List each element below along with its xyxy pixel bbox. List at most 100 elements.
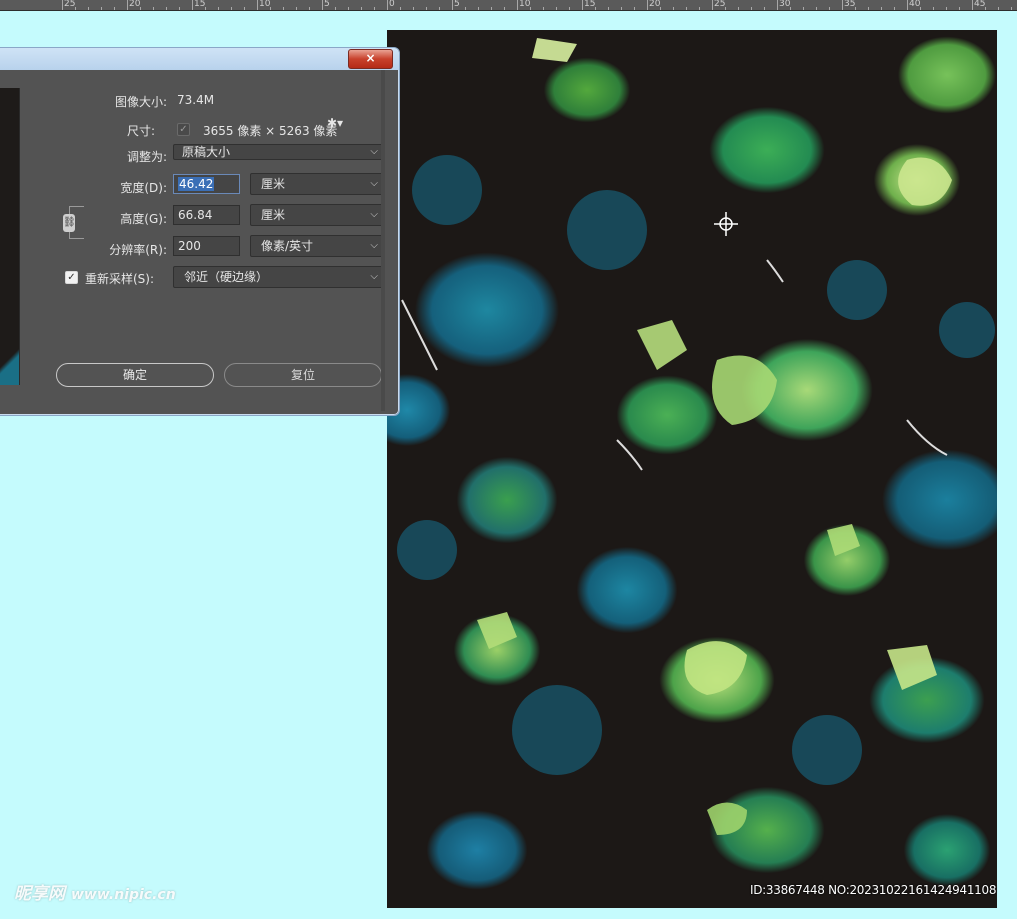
ruler-minor-tick [543,7,544,10]
width-label: 宽度(D): [120,181,167,195]
crosshair-cursor-icon [714,212,738,236]
ruler-major-tick [647,0,648,10]
height-unit-value: 厘米 [261,208,286,222]
ruler-minor-tick [283,7,284,10]
ruler-major-tick [192,0,193,10]
ruler-minor-tick [621,7,622,10]
ruler-minor-tick [400,7,401,10]
ruler-label: 0 [389,0,395,9]
width-value: 46.42 [178,177,215,191]
ok-button[interactable]: 确定 [56,363,214,387]
ruler-minor-tick [179,7,180,10]
ruler-minor-tick [595,7,596,10]
resolution-input[interactable]: 200 [173,236,240,256]
ruler-minor-tick [231,7,232,10]
ruler-label: 20 [649,0,661,9]
ruler-minor-tick [608,7,609,10]
ruler-minor-tick [153,7,154,10]
resolution-value: 200 [178,239,201,253]
ruler-minor-tick [88,7,89,10]
ruler-minor-tick [426,7,427,10]
resolution-unit-select[interactable]: 像素/英寸 ⌵ [250,235,383,257]
ruler-minor-tick [946,7,947,10]
ruler-minor-tick [660,7,661,10]
pattern-artwork [397,38,995,835]
resample-checkbox[interactable]: ✓ [65,271,78,284]
width-input[interactable]: 46.42 [173,174,240,194]
ruler-minor-tick [998,7,999,10]
ruler-minor-tick [1011,7,1012,10]
watermark-id: ID:33867448 NO:20231022161424941108 [750,883,997,897]
dialog-titlebar[interactable]: × [0,48,399,70]
ruler-minor-tick [530,7,531,10]
ruler-minor-tick [101,7,102,10]
ruler-minor-tick [751,7,752,10]
dialog-body: 图像大小: 73.4M ✱▾ 尺寸: ✓ 3655 像素 × 5263 像素 调… [0,70,395,411]
ruler-label: 40 [909,0,921,9]
ruler-minor-tick [166,7,167,10]
chevron-down-icon: ⌵ [370,271,378,282]
ruler-major-tick [907,0,908,10]
close-button[interactable]: × [348,49,393,69]
height-unit-select[interactable]: 厘米 ⌵ [250,204,383,226]
chain-link-icon[interactable]: ⛓ [63,214,76,232]
resample-label: 重新采样(S): [85,272,155,286]
image-size-dialog: × 图像大小: 73.4M ✱▾ 尺寸: ✓ 3655 像素 × 5263 像素… [0,47,400,416]
ruler-minor-tick [504,7,505,10]
ruler-label: 5 [324,0,330,9]
image-size-label: 图像大小: [114,95,167,109]
ruler-major-tick [777,0,778,10]
reset-button[interactable]: 复位 [224,363,382,387]
ruler-major-tick [62,0,63,10]
ruler-minor-tick [335,7,336,10]
ruler-minor-tick [361,7,362,10]
dimensions-value: 3655 像素 × 5263 像素 [203,124,338,138]
ruler-minor-tick [894,7,895,10]
ruler-minor-tick [244,7,245,10]
ruler-minor-tick [699,7,700,10]
height-input[interactable]: 66.84 [173,205,240,225]
resample-select[interactable]: 邻近（硬边缘） ⌵ [173,266,383,288]
ruler-major-tick [712,0,713,10]
ruler-minor-tick [413,7,414,10]
ruler-minor-tick [569,7,570,10]
ruler-major-tick [517,0,518,10]
ruler-major-tick [582,0,583,10]
ruler-label: 25 [64,0,76,9]
ruler-minor-tick [140,7,141,10]
dimensions-checkbox[interactable]: ✓ [177,123,190,136]
ruler-minor-tick [868,7,869,10]
ruler-major-tick [322,0,323,10]
ruler-minor-tick [270,7,271,10]
ruler-minor-tick [205,7,206,10]
dimensions-label: 尺寸: [126,124,155,138]
watermark-logo: 昵享网 www.nipic.cn [14,884,176,904]
ruler-minor-tick [725,7,726,10]
ruler-minor-tick [374,7,375,10]
ruler-minor-tick [114,7,115,10]
ruler-minor-tick [218,7,219,10]
dialog-scrollbar[interactable] [381,70,385,411]
ruler-minor-tick [803,7,804,10]
fit-to-label: 调整为: [126,150,167,164]
horizontal-ruler: 25 20 15 10 5 0 5 10 15 20 25 30 35 40 45 [0,0,1017,11]
ruler-minor-tick [634,7,635,10]
width-unit-select[interactable]: 厘米 ⌵ [250,173,383,195]
chevron-down-icon: ⌵ [370,240,378,251]
ruler-minor-tick [309,7,310,10]
ruler-major-tick [842,0,843,10]
ruler-minor-tick [478,7,479,10]
ruler-label: 30 [779,0,791,9]
fit-to-value: 原稿大小 [182,145,231,159]
ruler-minor-tick [764,7,765,10]
fit-to-select[interactable]: 原稿大小 ⌵ [173,144,383,160]
ruler-minor-tick [920,7,921,10]
ruler-minor-tick [296,7,297,10]
chevron-down-icon: ⌵ [370,209,378,220]
image-size-value: 73.4M [177,93,215,107]
ruler-minor-tick [673,7,674,10]
document-canvas[interactable] [387,30,997,908]
image-preview[interactable] [0,88,20,385]
ruler-minor-tick [855,7,856,10]
ruler-minor-tick [75,7,76,10]
